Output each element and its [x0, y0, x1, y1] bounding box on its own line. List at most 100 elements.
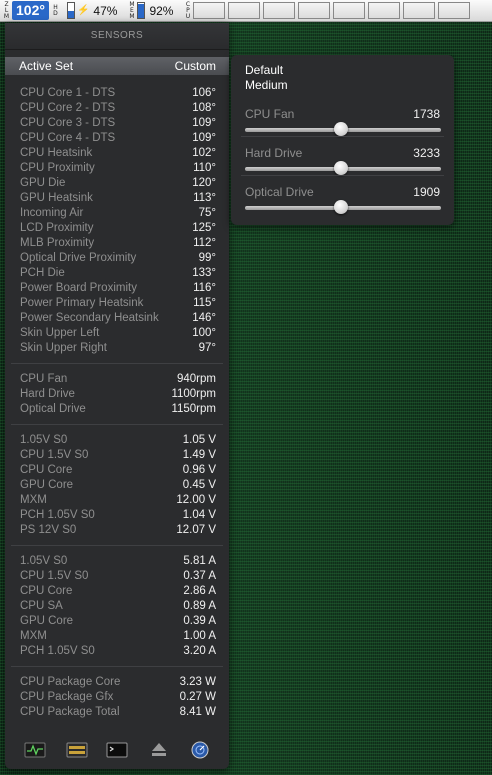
group-separator — [11, 666, 223, 667]
sensor-name: CPU Core 2 - DTS — [20, 102, 116, 114]
fan-control-row: Optical Drive 1909 — [231, 185, 454, 225]
sensor-name: 1.05V S0 — [20, 434, 68, 446]
sensor-row: CPU Core 0.96 V — [5, 463, 229, 478]
sensor-value: 3.20 A — [183, 645, 216, 657]
sensor-value: 1.04 V — [182, 509, 216, 521]
cpu-core-cell — [368, 2, 401, 19]
sensor-row: Power Board Proximity 116° — [5, 281, 229, 296]
sensor-row: MLB Proximity 112° — [5, 236, 229, 251]
sensors-panel: SENSORS Active Set Custom CPU Core 1 - D… — [5, 23, 229, 769]
sensor-value: 100° — [192, 327, 216, 339]
fan-target-rpm: 1738 — [413, 107, 440, 121]
sensor-name: Optical Drive — [20, 403, 86, 415]
sensor-value: 75° — [198, 207, 216, 219]
sensor-row: CPU Core 3 - DTS 109° — [5, 116, 229, 131]
memory-gauge[interactable] — [137, 2, 146, 19]
fan-control-popup: Default Medium CPU Fan 1738 Hard Drive 3233… — [231, 55, 454, 225]
sensor-row: 1.05V S0 1.05 V — [5, 433, 229, 448]
sensor-name: PCH Die — [20, 267, 65, 279]
preset-medium[interactable]: Medium — [245, 78, 288, 92]
fan-slider-track[interactable] — [245, 122, 441, 136]
sensor-row: CPU SA 0.89 A — [5, 599, 229, 614]
sensor-row: CPU Proximity 110° — [5, 161, 229, 176]
sensor-value: 3.23 W — [179, 676, 216, 688]
sensor-row: CPU 1.5V S0 1.49 V — [5, 448, 229, 463]
fan-slider-knob[interactable] — [334, 200, 349, 214]
sensor-name: CPU Package Gfx — [20, 691, 114, 703]
fan-slider-knob[interactable] — [334, 161, 349, 175]
sensor-value: 106° — [192, 87, 216, 99]
sensor-row: CPU Heatsink 102° — [5, 146, 229, 161]
fan-slider-track[interactable] — [245, 161, 441, 175]
sensor-name: GPU Die — [20, 177, 66, 189]
sensor-value: 12.07 V — [176, 524, 216, 536]
sensor-value: 0.45 V — [182, 479, 216, 491]
sensor-row: CPU Core 4 - DTS 109° — [5, 131, 229, 146]
sensor-value: 109° — [192, 132, 216, 144]
sensor-name: CPU Core — [20, 585, 73, 597]
sensor-row: Power Primary Heatsink 115° — [5, 296, 229, 311]
preset-default[interactable]: Default — [245, 63, 283, 77]
eject-icon[interactable] — [148, 741, 170, 759]
sensor-row: PCH Die 133° — [5, 266, 229, 281]
sensor-name: CPU 1.5V S0 — [20, 570, 89, 582]
sensor-name: Power Board Proximity — [20, 282, 137, 294]
sensor-name: PCH 1.05V S0 — [20, 509, 95, 521]
sensor-value: 12.00 V — [176, 494, 216, 506]
sensor-value: 108° — [192, 102, 216, 114]
fan-slider-track[interactable] — [245, 200, 441, 214]
sensor-value: 115° — [193, 297, 216, 309]
sensor-row: Hard Drive 1100rpm — [5, 387, 229, 402]
temp-tag: Z L M — [3, 0, 10, 20]
sensor-row: PS 12V S0 12.07 V — [5, 523, 229, 538]
sensor-value: 102° — [192, 147, 216, 159]
sensor-group: CPU Package Core 3.23 W CPU Package Gfx 0.2… — [5, 675, 229, 720]
fan-target-rpm: 3233 — [413, 146, 440, 160]
sensor-group: 1.05V S0 5.81 A CPU 1.5V S0 0.37 A CPU Core 2… — [5, 554, 229, 659]
panel-title: SENSORS — [5, 23, 229, 50]
sensor-name: Incoming Air — [20, 207, 84, 219]
temperature-menu[interactable]: 102° — [12, 1, 49, 20]
sensor-row: Skin Upper Left 100° — [5, 326, 229, 341]
terminal-icon[interactable] — [106, 741, 128, 759]
cpu-core-cell — [228, 2, 261, 19]
cpu-core-cell — [263, 2, 296, 19]
fan-separator — [241, 136, 444, 137]
sensor-name: PS 12V S0 — [20, 524, 77, 536]
sensor-name: MXM — [20, 494, 47, 506]
sensor-value: 0.37 A — [183, 570, 216, 582]
activity-monitor-icon[interactable] — [24, 741, 46, 759]
sensor-value: 2.86 A — [183, 585, 216, 597]
istat-icon[interactable] — [66, 741, 88, 759]
sensor-name: CPU Fan — [20, 373, 68, 385]
sensor-row: MXM 1.00 A — [5, 629, 229, 644]
sensor-name: MXM — [20, 630, 47, 642]
sensor-row: GPU Die 120° — [5, 176, 229, 191]
sensor-group: CPU Core 1 - DTS 106° CPU Core 2 - DTS 108°… — [5, 86, 229, 356]
sensor-row: CPU Core 2 - DTS 108° — [5, 101, 229, 116]
sensor-value: 112° — [193, 237, 216, 249]
battery-gauge[interactable] — [66, 2, 75, 19]
sensor-group: CPU Fan 940rpm Hard Drive 1100rpm Optical Dr… — [5, 372, 229, 417]
cpu-graph[interactable] — [193, 2, 473, 19]
fan-target-rpm: 1909 — [413, 185, 440, 199]
sensor-value: 0.96 V — [182, 464, 216, 476]
sensor-value: 1100rpm — [171, 388, 216, 400]
active-set-row[interactable]: Active Set Custom — [5, 57, 229, 75]
fan-name: CPU Fan — [245, 107, 295, 121]
sensor-value: 146° — [192, 312, 216, 324]
sensor-name: Skin Upper Right — [20, 342, 107, 354]
sensor-row: GPU Core 0.39 A — [5, 614, 229, 629]
sensor-row: GPU Core 0.45 V — [5, 478, 229, 493]
sensor-name: LCD Proximity — [20, 222, 94, 234]
sensor-value: 120° — [192, 177, 216, 189]
network-utility-icon[interactable] — [189, 741, 211, 759]
sensor-row: Optical Drive Proximity 99° — [5, 251, 229, 266]
fan-separator — [241, 175, 444, 176]
sensor-row: PCH 1.05V S0 1.04 V — [5, 508, 229, 523]
sensor-name: PCH 1.05V S0 — [20, 645, 95, 657]
fan-slider-knob[interactable] — [334, 122, 349, 136]
sensor-row: CPU Package Core 3.23 W — [5, 675, 229, 690]
cpu-core-cell — [333, 2, 366, 19]
mem-tag: M E M — [129, 0, 135, 20]
